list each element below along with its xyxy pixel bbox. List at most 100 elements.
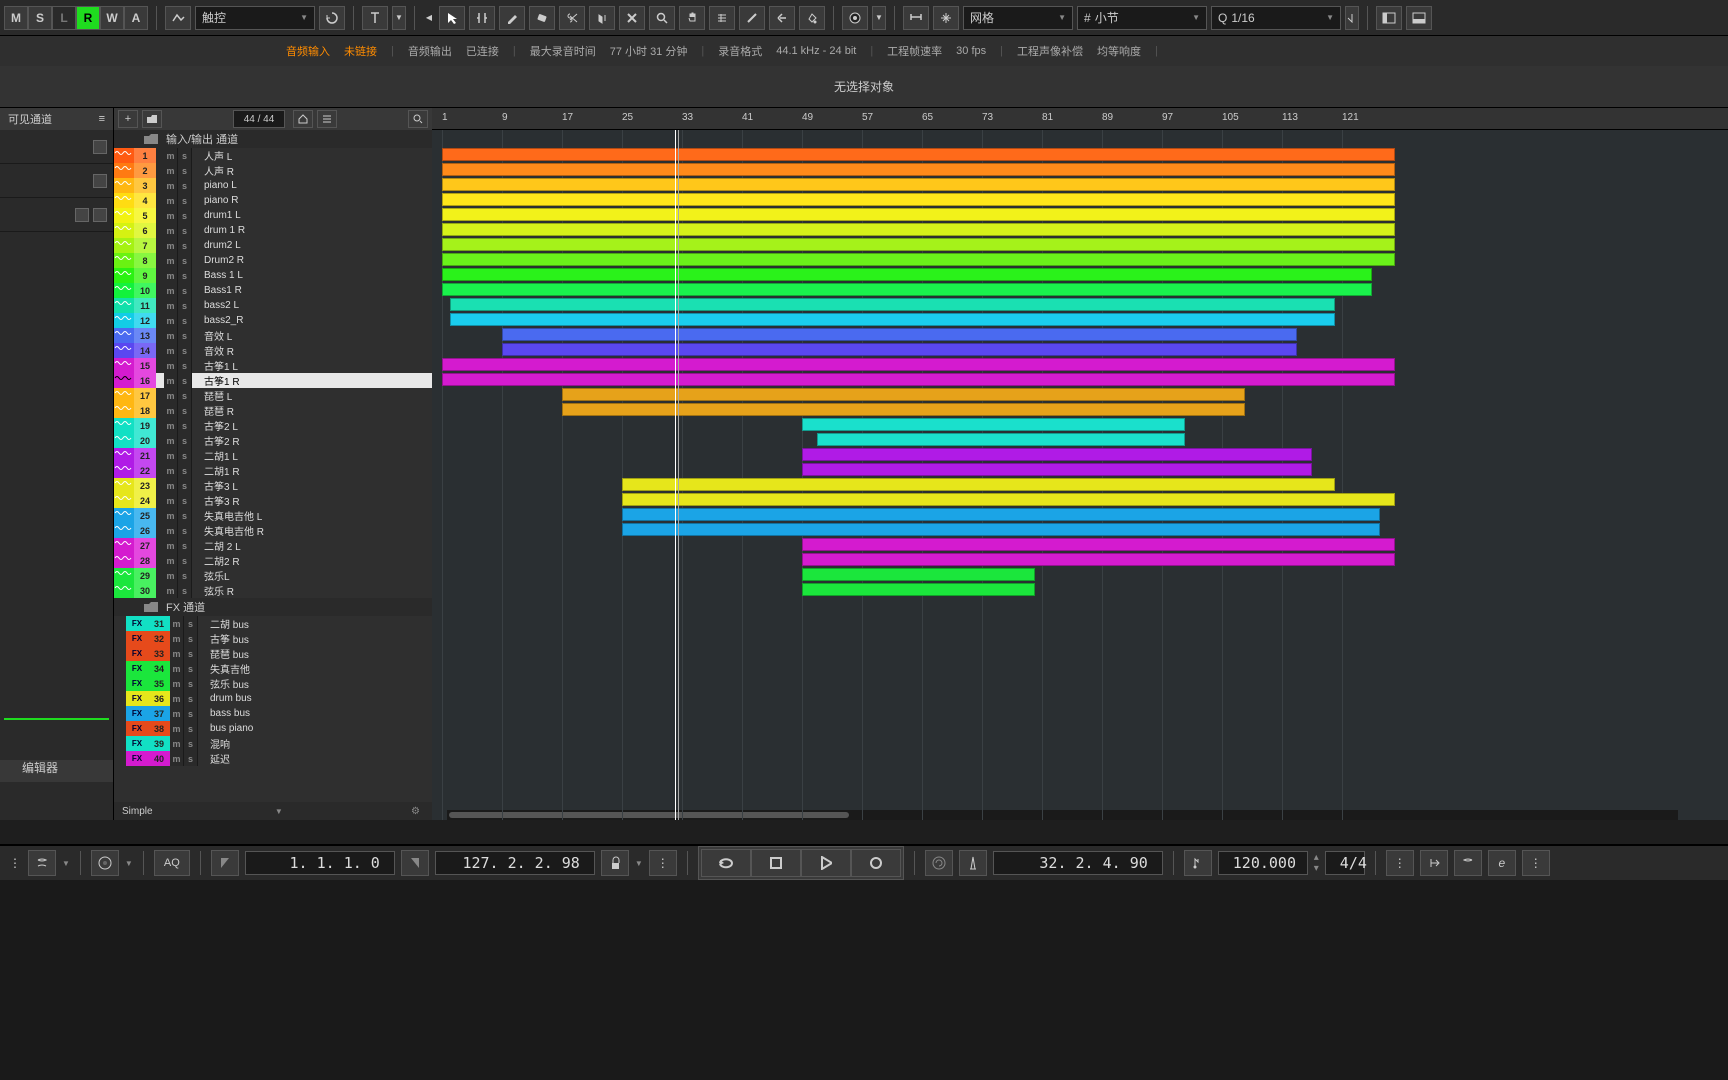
- solo-button[interactable]: s: [184, 721, 198, 736]
- mute-button[interactable]: m: [164, 553, 178, 568]
- mute-button[interactable]: m: [170, 646, 184, 661]
- mute-button[interactable]: m: [170, 706, 184, 721]
- retrospective-record-icon[interactable]: [925, 850, 953, 876]
- tool-constrain-icon[interactable]: [362, 6, 388, 30]
- audio-clip[interactable]: [442, 193, 1395, 206]
- playhead[interactable]: [675, 130, 676, 820]
- time-signature-display[interactable]: 4/4: [1325, 851, 1365, 875]
- solo-button[interactable]: s: [178, 223, 192, 238]
- track-row[interactable]: 20ms古筝2 R: [114, 433, 432, 448]
- mute-button[interactable]: m: [164, 223, 178, 238]
- mute-button[interactable]: m: [164, 373, 178, 388]
- record-button[interactable]: [851, 849, 901, 877]
- solo-button[interactable]: s: [178, 373, 192, 388]
- solo-button[interactable]: s: [184, 691, 198, 706]
- home-button[interactable]: [293, 110, 313, 128]
- color-tool[interactable]: [799, 6, 825, 30]
- chevron-down-icon[interactable]: ▼: [392, 6, 406, 30]
- zone-config-icon[interactable]: [93, 140, 107, 154]
- automation-m-button[interactable]: M: [4, 6, 28, 30]
- track-row[interactable]: 7msdrum2 L: [114, 238, 432, 253]
- audio-clip[interactable]: [442, 358, 1395, 371]
- track-row[interactable]: 4mspiano R: [114, 193, 432, 208]
- comp-tool[interactable]: [709, 6, 735, 30]
- tool-prev-icon[interactable]: ◀: [423, 6, 435, 30]
- arrange-area[interactable]: [432, 130, 1728, 820]
- audio-clip[interactable]: [442, 238, 1395, 251]
- quantize-apply-icon[interactable]: [1345, 6, 1359, 30]
- track-row[interactable]: 14ms音效 R: [114, 343, 432, 358]
- solo-button[interactable]: s: [184, 661, 198, 676]
- track-row[interactable]: 24ms古筝3 R: [114, 493, 432, 508]
- solo-button[interactable]: s: [178, 568, 192, 583]
- track-row[interactable]: 19ms古筝2 L: [114, 418, 432, 433]
- solo-button[interactable]: s: [178, 508, 192, 523]
- solo-button[interactable]: s: [178, 193, 192, 208]
- timewarp-tool[interactable]: [739, 6, 765, 30]
- solo-button[interactable]: s: [178, 553, 192, 568]
- track-row[interactable]: 16ms古筝1 R: [114, 373, 432, 388]
- stop-button[interactable]: [751, 849, 801, 877]
- solo-button[interactable]: s: [178, 538, 192, 553]
- mute-button[interactable]: m: [164, 193, 178, 208]
- chevron-down-icon[interactable]: ▼: [635, 859, 643, 868]
- automation-r-button[interactable]: R: [76, 6, 100, 30]
- mute-button[interactable]: m: [170, 736, 184, 751]
- fx-track-row[interactable]: FX34ms失真吉他: [114, 661, 432, 676]
- automation-mode-icon[interactable]: [165, 6, 191, 30]
- mute-button[interactable]: m: [170, 721, 184, 736]
- chevron-down-icon[interactable]: ▼: [872, 6, 886, 30]
- track-row[interactable]: 2ms人声 R: [114, 163, 432, 178]
- solo-button[interactable]: s: [184, 631, 198, 646]
- zone-bottom-toggle[interactable]: [1406, 6, 1432, 30]
- transport-menu-icon[interactable]: ⋮: [8, 851, 22, 875]
- audio-clip[interactable]: [442, 208, 1395, 221]
- mute-button[interactable]: m: [164, 523, 178, 538]
- folder-header[interactable]: FX 通道: [114, 598, 432, 616]
- mute-button[interactable]: m: [170, 616, 184, 631]
- zone-config-icon[interactable]: [75, 208, 89, 222]
- track-row[interactable]: 10msBass1 R: [114, 283, 432, 298]
- mute-tool[interactable]: [619, 6, 645, 30]
- track-row[interactable]: 12msbass2_R: [114, 313, 432, 328]
- audio-clip[interactable]: [802, 448, 1312, 461]
- track-row[interactable]: 6msdrum 1 R: [114, 223, 432, 238]
- audio-clip[interactable]: [802, 463, 1312, 476]
- visibility-menu-icon[interactable]: ≡: [99, 113, 105, 125]
- tempo-display[interactable]: 120.000: [1218, 851, 1308, 875]
- solo-button[interactable]: s: [178, 388, 192, 403]
- audio-clip[interactable]: [622, 478, 1335, 491]
- scrollbar-thumb[interactable]: [449, 812, 849, 818]
- mute-button[interactable]: m: [164, 328, 178, 343]
- track-row[interactable]: 28ms二胡2 R: [114, 553, 432, 568]
- mute-button[interactable]: m: [164, 343, 178, 358]
- glue-tool[interactable]: [589, 6, 615, 30]
- erase-tool[interactable]: [529, 6, 555, 30]
- snap-toggle[interactable]: [903, 6, 929, 30]
- solo-button[interactable]: s: [178, 418, 192, 433]
- more-icon[interactable]: ⋮: [1522, 850, 1550, 876]
- sync-out-icon[interactable]: [1454, 850, 1482, 876]
- solo-button[interactable]: s: [178, 343, 192, 358]
- track-preset-button[interactable]: [142, 110, 162, 128]
- mute-button[interactable]: m: [164, 403, 178, 418]
- solo-button[interactable]: s: [178, 583, 192, 598]
- snap-type-dropdown[interactable]: 网格 ▼: [963, 6, 1073, 30]
- automation-w-button[interactable]: W: [100, 6, 124, 30]
- mute-button[interactable]: m: [164, 148, 178, 163]
- audio-clip[interactable]: [802, 538, 1395, 551]
- solo-button[interactable]: s: [178, 238, 192, 253]
- zone-left-toggle[interactable]: [1376, 6, 1402, 30]
- cycle-markers-icon[interactable]: ⋮: [649, 850, 677, 876]
- track-row[interactable]: 13ms音效 L: [114, 328, 432, 343]
- color-picker-icon[interactable]: [842, 6, 868, 30]
- chevron-down-icon[interactable]: ▼: [62, 859, 70, 868]
- mute-button[interactable]: m: [164, 448, 178, 463]
- audio-clip[interactable]: [802, 583, 1035, 596]
- mute-button[interactable]: m: [164, 418, 178, 433]
- mute-button[interactable]: m: [170, 691, 184, 706]
- solo-button[interactable]: s: [178, 148, 192, 163]
- track-row[interactable]: 8msDrum2 R: [114, 253, 432, 268]
- grid-type-dropdown[interactable]: # 小节 ▼: [1077, 6, 1207, 30]
- chevron-down-icon[interactable]: ▼: [275, 807, 283, 816]
